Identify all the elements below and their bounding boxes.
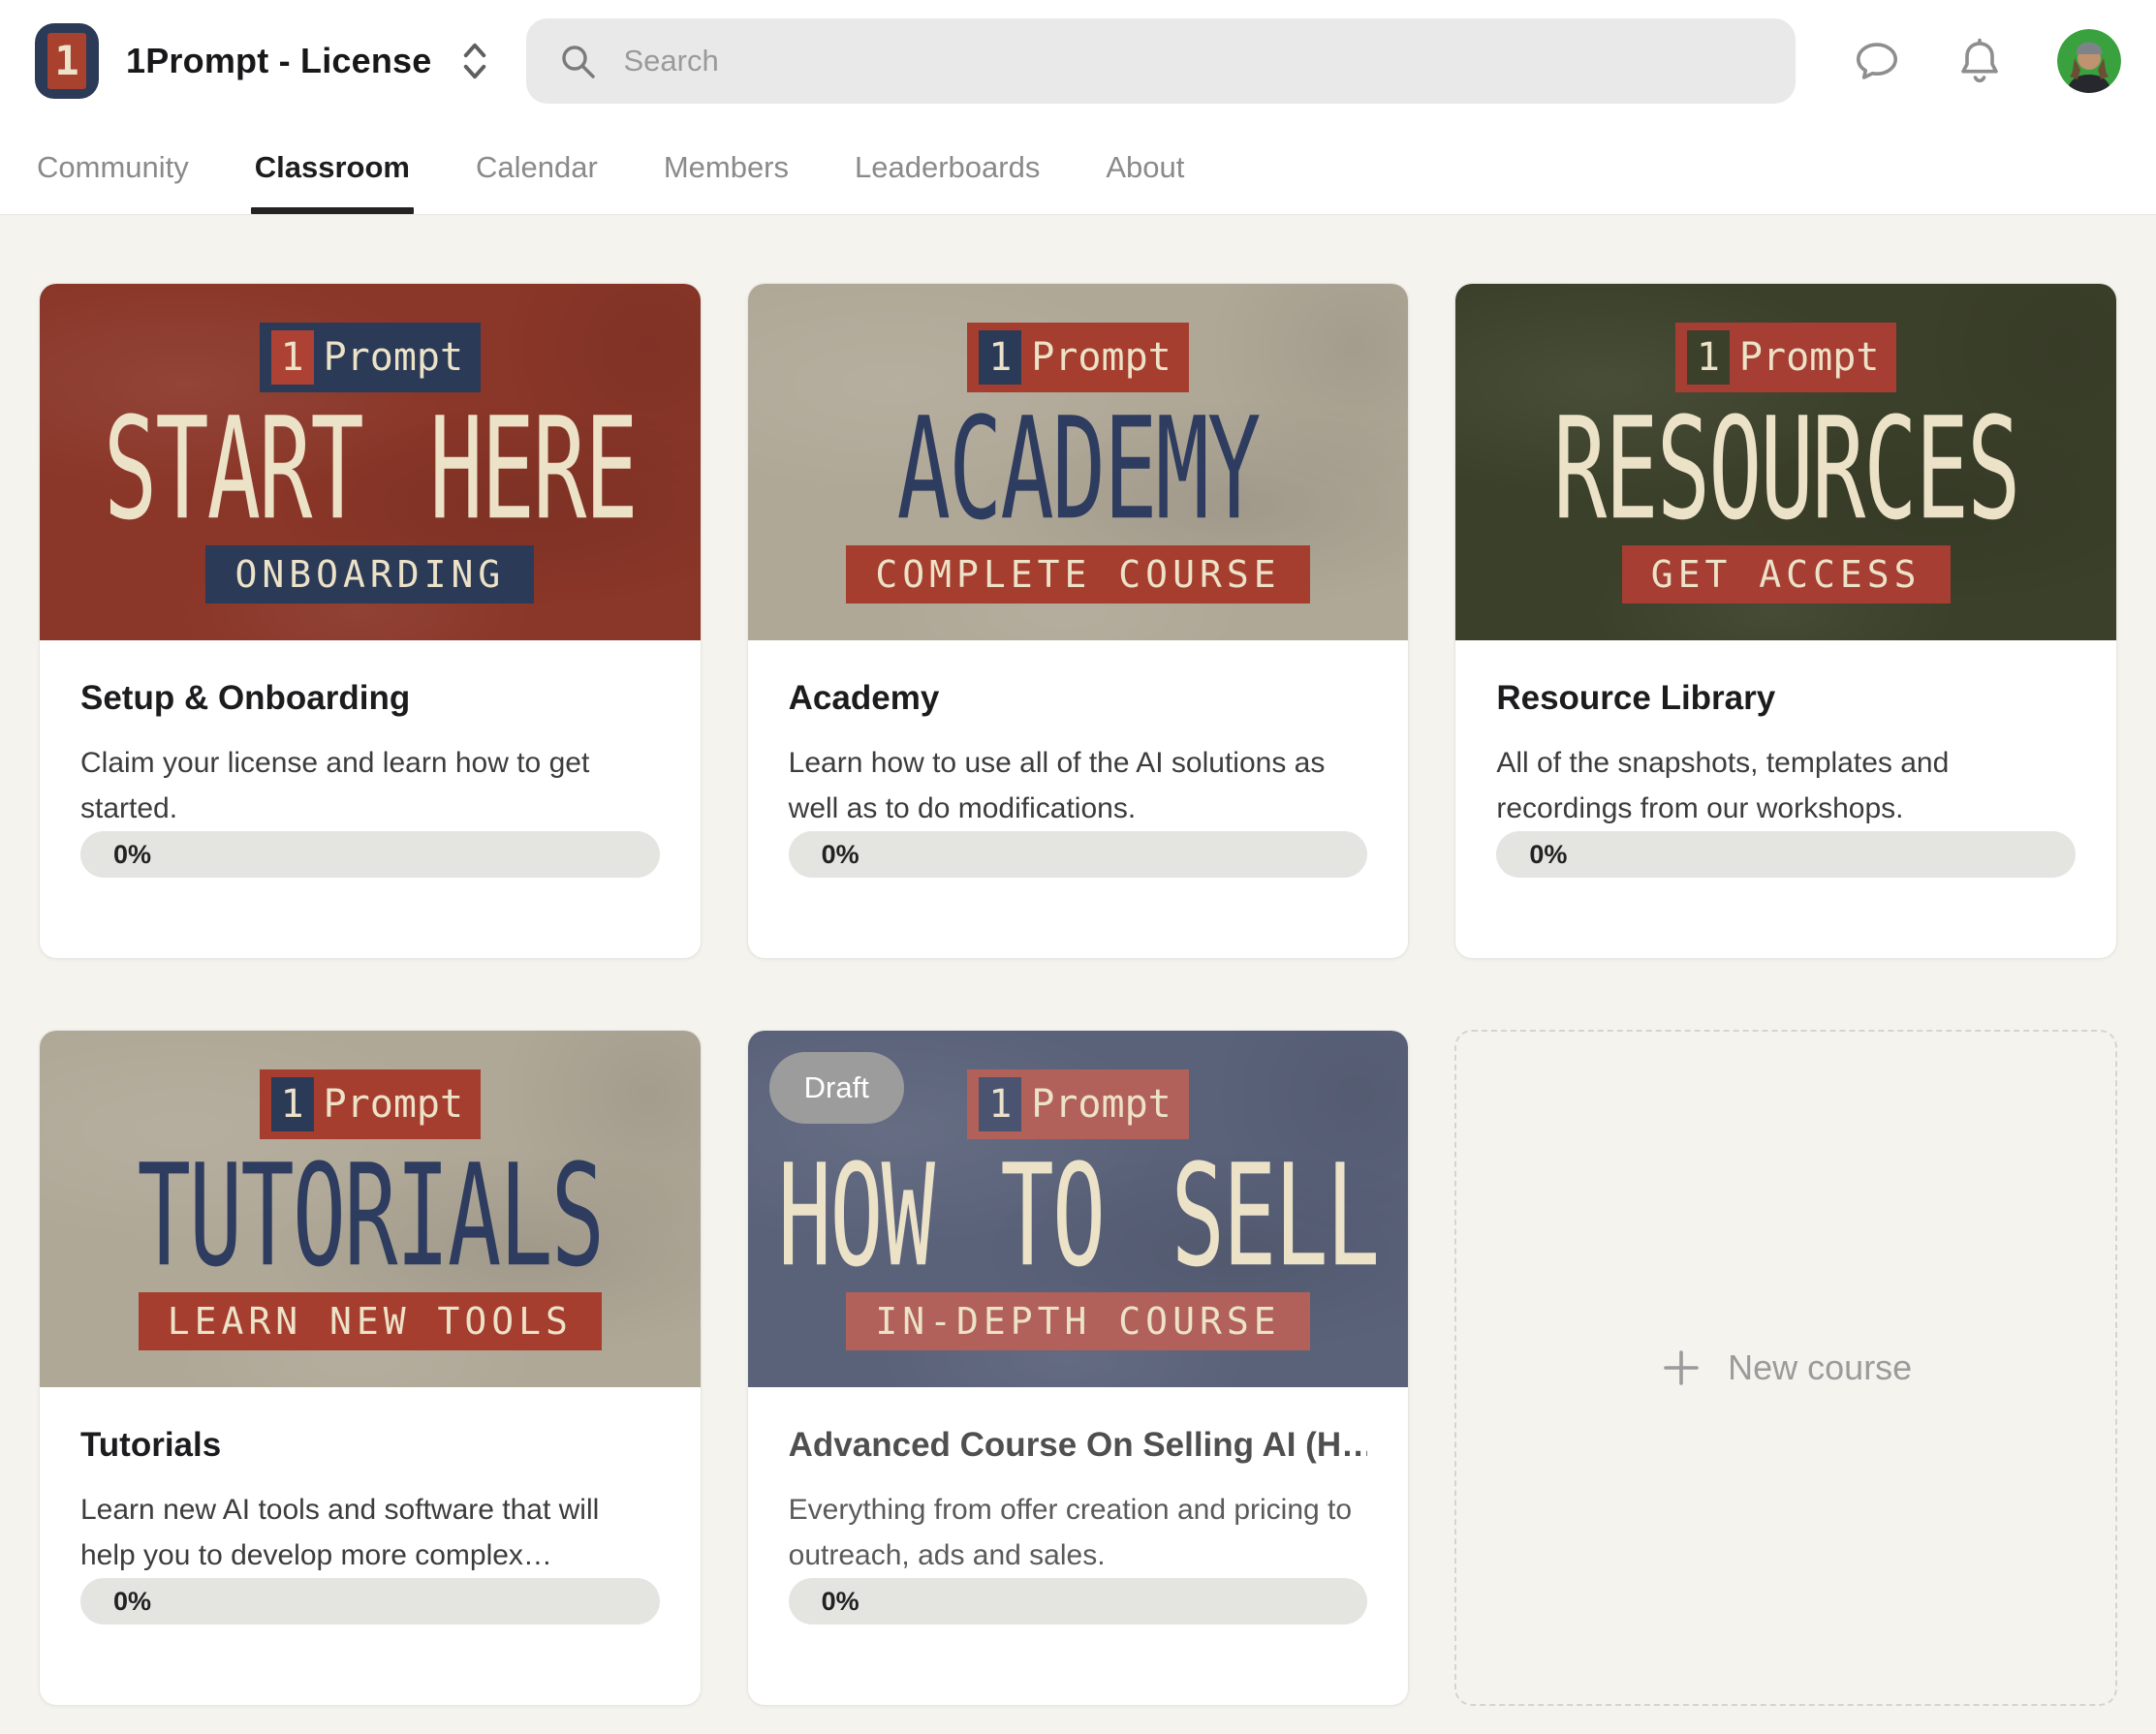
- tab-members[interactable]: Members: [662, 121, 791, 214]
- brand-word: Prompt: [324, 335, 464, 380]
- community-switcher[interactable]: 1 1Prompt - License: [35, 23, 489, 99]
- brand-badge: 1 Prompt: [1675, 323, 1897, 392]
- search-icon: [557, 41, 598, 81]
- course-title: Setup & Onboarding: [80, 679, 660, 718]
- progress-label: 0%: [80, 1587, 151, 1617]
- course-card-advanced-selling[interactable]: Draft 1 Prompt HOW TO SELL IN-DEPTH COUR…: [747, 1030, 1410, 1706]
- community-logo: 1: [35, 23, 99, 99]
- course-title: Academy: [789, 679, 1368, 718]
- notifications-button[interactable]: [1954, 36, 2005, 86]
- brand-word: Prompt: [324, 1082, 464, 1127]
- cover-tag: LEARN NEW TOOLS: [139, 1292, 602, 1350]
- course-description: Learn how to use all of the AI solutions…: [789, 741, 1368, 831]
- course-description: Learn new AI tools and software that wil…: [80, 1488, 660, 1578]
- search-input[interactable]: [623, 44, 1765, 78]
- community-name: 1Prompt - License: [126, 41, 431, 81]
- course-card-body: Setup & Onboarding Claim your license an…: [40, 640, 701, 920]
- course-cover: 1 Prompt TUTORIALS LEARN NEW TOOLS: [40, 1031, 701, 1387]
- cover-tag: IN-DEPTH COURSE: [846, 1292, 1309, 1350]
- course-cover: Draft 1 Prompt HOW TO SELL IN-DEPTH COUR…: [748, 1031, 1409, 1387]
- cover-tag: COMPLETE COURSE: [846, 545, 1309, 604]
- cover-headline: ACADEMY: [897, 387, 1260, 550]
- progress-bar: 0%: [789, 831, 1368, 878]
- brand-number: 1: [979, 330, 1021, 385]
- cover-headline: START HERE: [104, 387, 637, 550]
- course-title: Tutorials: [80, 1426, 660, 1465]
- tab-classroom[interactable]: Classroom: [253, 121, 412, 214]
- logo-number: 1: [54, 37, 78, 84]
- chat-button[interactable]: [1852, 36, 1902, 86]
- logo-inner-square: 1: [47, 33, 86, 89]
- cover-headline: TUTORIALS: [138, 1133, 604, 1297]
- cover-headline: HOW TO SELL: [778, 1133, 1378, 1297]
- course-card-resource-library[interactable]: 1 Prompt RESOURCES GET ACCESS Resource L…: [1454, 283, 2117, 959]
- brand-word: Prompt: [1031, 1082, 1172, 1127]
- plus-icon: [1660, 1347, 1703, 1389]
- page-header: 1 1Prompt - License: [0, 0, 2156, 215]
- cover-headline: RESOURCES: [1553, 387, 2019, 550]
- course-card-body: Resource Library All of the snapshots, t…: [1455, 640, 2116, 920]
- course-description: Claim your license and learn how to get …: [80, 741, 660, 831]
- brand-number: 1: [271, 330, 314, 385]
- course-card-tutorials[interactable]: 1 Prompt TUTORIALS LEARN NEW TOOLS Tutor…: [39, 1030, 702, 1706]
- brand-word: Prompt: [1739, 335, 1880, 380]
- chat-icon: [1852, 36, 1902, 86]
- course-card-body: Tutorials Learn new AI tools and softwar…: [40, 1387, 701, 1667]
- brand-number: 1: [1687, 330, 1730, 385]
- course-description: All of the snapshots, templates and reco…: [1496, 741, 2076, 831]
- course-card-body: Advanced Course On Selling AI (H… Everyt…: [748, 1387, 1409, 1667]
- cover-tag: GET ACCESS: [1622, 545, 1951, 604]
- progress-label: 0%: [789, 840, 859, 870]
- brand-badge: 1 Prompt: [967, 1069, 1189, 1139]
- avatar[interactable]: [2057, 29, 2121, 93]
- nav-tabs: Community Classroom Calendar Members Lea…: [0, 121, 2156, 214]
- bell-icon: [1954, 36, 2005, 86]
- search-bar[interactable]: [526, 18, 1796, 104]
- tab-about[interactable]: About: [1104, 121, 1186, 214]
- progress-bar: 0%: [80, 1578, 660, 1625]
- course-cover: 1 Prompt START HERE ONBOARDING: [40, 284, 701, 640]
- progress-bar: 0%: [789, 1578, 1368, 1625]
- course-grid: 1 Prompt START HERE ONBOARDING Setup & O…: [0, 215, 2156, 1706]
- brand-badge: 1 Prompt: [260, 323, 482, 392]
- brand-badge: 1 Prompt: [260, 1069, 482, 1139]
- course-title: Advanced Course On Selling AI (H…: [789, 1426, 1368, 1465]
- brand-badge: 1 Prompt: [967, 323, 1189, 392]
- progress-label: 0%: [80, 840, 151, 870]
- course-title: Resource Library: [1496, 679, 2076, 718]
- new-course-label: New course: [1728, 1347, 1912, 1388]
- progress-label: 0%: [1496, 840, 1567, 870]
- brand-word: Prompt: [1031, 335, 1172, 380]
- new-course-button[interactable]: New course: [1454, 1030, 2117, 1706]
- course-card-academy[interactable]: 1 Prompt ACADEMY COMPLETE COURSE Academy…: [747, 283, 1410, 959]
- brand-number: 1: [271, 1077, 314, 1131]
- tab-community[interactable]: Community: [35, 121, 191, 214]
- course-card-body: Academy Learn how to use all of the AI s…: [748, 640, 1409, 920]
- draft-badge: Draft: [769, 1052, 904, 1124]
- progress-bar: 0%: [80, 831, 660, 878]
- brand-number: 1: [979, 1077, 1021, 1131]
- progress-bar: 0%: [1496, 831, 2076, 878]
- header-main-bar: 1 1Prompt - License: [0, 0, 2156, 121]
- course-description: Everything from offer creation and prici…: [789, 1488, 1368, 1578]
- course-cover: 1 Prompt RESOURCES GET ACCESS: [1455, 284, 2116, 640]
- progress-label: 0%: [789, 1587, 859, 1617]
- course-card-setup-onboarding[interactable]: 1 Prompt START HERE ONBOARDING Setup & O…: [39, 283, 702, 959]
- tab-calendar[interactable]: Calendar: [474, 121, 600, 214]
- course-cover: 1 Prompt ACADEMY COMPLETE COURSE: [748, 284, 1409, 640]
- tab-leaderboards[interactable]: Leaderboards: [853, 121, 1042, 214]
- unfold-more-icon[interactable]: [460, 40, 489, 82]
- cover-tag: ONBOARDING: [205, 545, 534, 604]
- header-icons: [1852, 29, 2121, 93]
